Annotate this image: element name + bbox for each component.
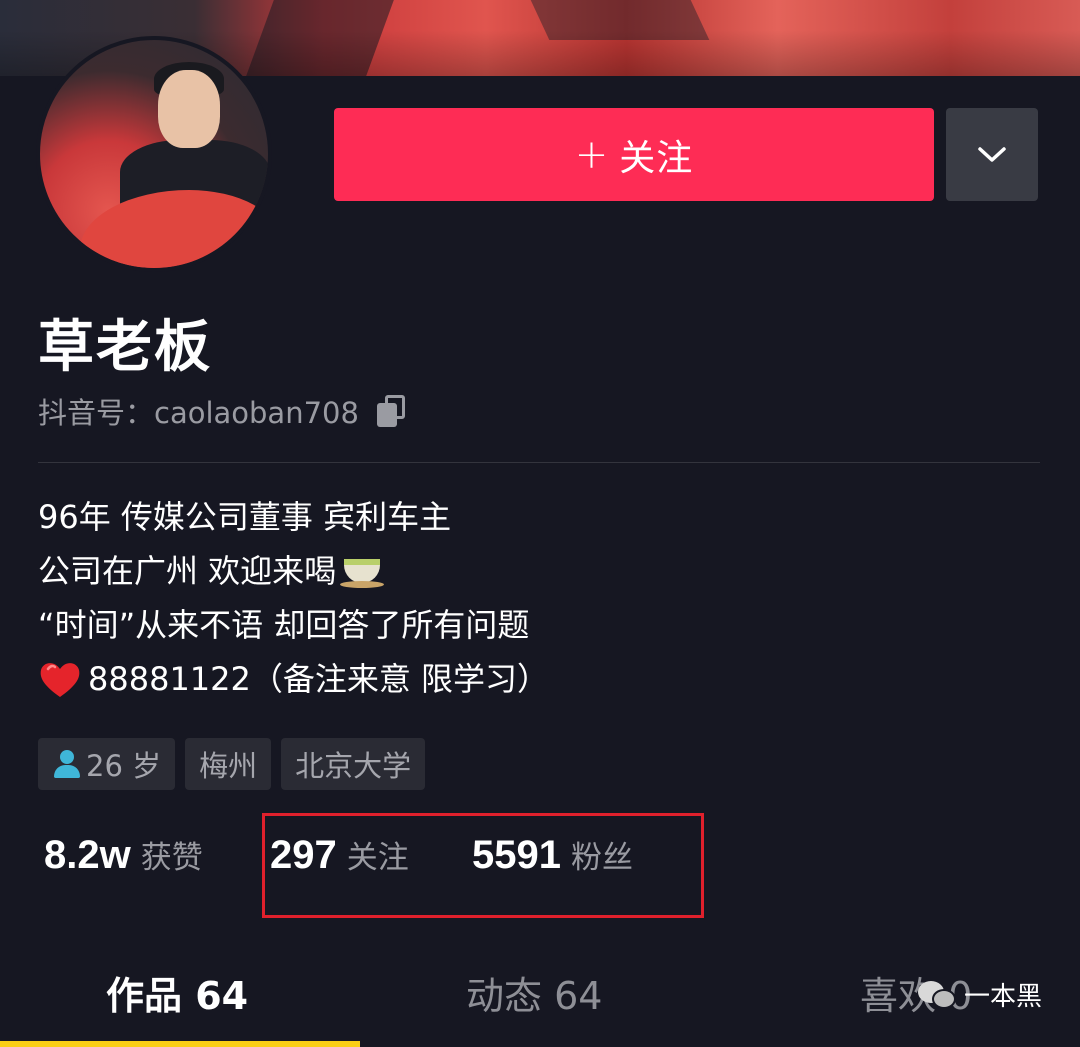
likes-count: 8.2w (44, 833, 131, 877)
bio-line: 公司在广州 欢迎来喝 (38, 544, 549, 598)
bio-line: “时间”从来不语 却回答了所有问题 (38, 598, 549, 652)
tag-school-label: 北京大学 (295, 749, 412, 783)
tea-cup-icon (340, 553, 385, 589)
bio-line: 88881122（备注来意 限学习） (38, 652, 549, 706)
stat-likes: 8.2w 获赞 (44, 832, 270, 878)
follow-button-label: 关注 (619, 137, 694, 179)
tag-age: 26 岁 (38, 738, 176, 790)
bio-line: 96年 传媒公司董事 宾利车主 (38, 490, 549, 544)
chevron-down-icon (978, 146, 1006, 162)
bio: 96年 传媒公司董事 宾利车主 公司在广州 欢迎来喝 “时间”从来不语 却回答了… (38, 490, 549, 706)
more-dropdown-button[interactable] (946, 108, 1038, 201)
bio-text: 公司在广州 欢迎来喝 (38, 552, 337, 590)
avatar[interactable] (36, 36, 272, 272)
follow-button[interactable]: + 关注 (334, 108, 934, 201)
wechat-icon (918, 977, 958, 1013)
profile-name: 草老板 (38, 315, 212, 380)
watermark: 一本黑 (918, 976, 1042, 1013)
tag-school: 北京大学 (281, 738, 426, 790)
divider (38, 462, 1040, 463)
tab-moments[interactable]: 动态 64 (466, 965, 602, 1020)
douyin-id-row: 抖音号：caolaoban708 (38, 390, 407, 432)
tag-city-label: 梅州 (199, 749, 258, 783)
plus-icon: + (574, 131, 610, 178)
bio-text: 96年 传媒公司董事 宾利车主 (38, 498, 452, 536)
tag-age-label: 26 岁 (86, 749, 162, 783)
douyin-id: 抖音号：caolaoban708 (38, 396, 359, 430)
heart-icon (38, 659, 82, 699)
tag-city: 梅州 (185, 738, 272, 790)
tab-indicator (0, 1041, 360, 1047)
person-icon (52, 749, 82, 779)
bio-text: 88881122（备注来意 限学习） (88, 660, 550, 698)
copy-icon[interactable] (376, 395, 407, 427)
highlight-box (262, 813, 704, 918)
watermark-text: 一本黑 (964, 982, 1043, 1012)
likes-label: 获赞 (140, 840, 203, 876)
profile-page: + 关注 草老板 抖音号：caolaoban708 96年 传媒公司董事 宾利车… (0, 0, 1080, 1047)
bio-text: “时间”从来不语 却回答了所有问题 (38, 606, 530, 644)
profile-tags: 26 岁 梅州 北京大学 (38, 738, 426, 790)
tab-works[interactable]: 作品 64 (106, 965, 248, 1020)
